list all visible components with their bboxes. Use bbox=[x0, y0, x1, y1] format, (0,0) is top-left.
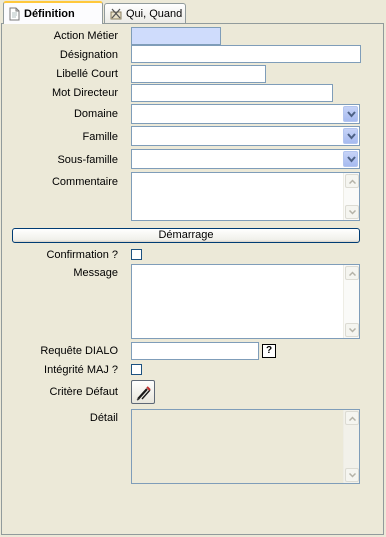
mot-directeur-field[interactable] bbox=[131, 84, 333, 102]
scroll-down-icon[interactable] bbox=[345, 468, 359, 482]
sous-famille-label: Sous-famille bbox=[57, 154, 118, 166]
libelle-court-label: Libellé Court bbox=[56, 68, 118, 80]
scroll-up-icon[interactable] bbox=[345, 411, 359, 425]
message-scrollbar[interactable] bbox=[343, 265, 359, 338]
action-metier-field[interactable] bbox=[131, 27, 221, 45]
designation-field[interactable] bbox=[131, 45, 361, 63]
help-button[interactable]: ? bbox=[262, 344, 276, 358]
action-metier-label: Action Métier bbox=[53, 30, 118, 42]
detail-label: Détail bbox=[89, 412, 118, 424]
scroll-up-icon[interactable] bbox=[345, 174, 359, 188]
critere-defaut-label: Critère Défaut bbox=[49, 386, 118, 398]
detail-scrollbar[interactable] bbox=[343, 410, 359, 483]
scroll-down-icon[interactable] bbox=[345, 205, 359, 219]
scroll-up-icon[interactable] bbox=[345, 266, 359, 280]
chevron-down-icon[interactable] bbox=[343, 151, 358, 167]
mot-directeur-label: Mot Directeur bbox=[51, 87, 118, 99]
requete-dialo-label: Requête DIALO bbox=[40, 345, 118, 357]
message-textarea[interactable] bbox=[131, 264, 360, 339]
chevron-down-icon[interactable] bbox=[343, 128, 358, 144]
demarrage-button[interactable]: Démarrage bbox=[12, 228, 360, 243]
integrite-maj-label: Intégrité MAJ ? bbox=[44, 364, 118, 376]
famille-select[interactable] bbox=[131, 126, 360, 146]
critere-defaut-button[interactable] bbox=[131, 380, 155, 404]
tab-definition[interactable]: Définition bbox=[3, 1, 103, 24]
requete-dialo-field[interactable] bbox=[131, 342, 259, 360]
domaine-select[interactable] bbox=[131, 104, 360, 124]
detail-textarea[interactable] bbox=[131, 409, 360, 484]
confirmation-label: Confirmation ? bbox=[46, 249, 118, 261]
chevron-down-icon[interactable] bbox=[343, 106, 358, 122]
tools-icon bbox=[109, 7, 123, 21]
commentaire-textarea[interactable] bbox=[131, 172, 360, 221]
sous-famille-select[interactable] bbox=[131, 149, 360, 169]
famille-label: Famille bbox=[82, 131, 118, 143]
scroll-down-icon[interactable] bbox=[345, 323, 359, 337]
integrite-maj-checkbox[interactable] bbox=[131, 364, 142, 375]
edit-criteria-icon bbox=[135, 384, 153, 402]
commentaire-label: Commentaire bbox=[51, 176, 118, 188]
domaine-label: Domaine bbox=[73, 108, 118, 120]
document-icon bbox=[8, 7, 21, 21]
designation-label: Désignation bbox=[59, 49, 118, 61]
tab-qui-quand[interactable]: Qui, Quand bbox=[104, 3, 186, 23]
message-label: Message bbox=[73, 267, 118, 279]
commentaire-scrollbar[interactable] bbox=[343, 173, 359, 220]
confirmation-checkbox[interactable] bbox=[131, 249, 142, 260]
tab-definition-label: Définition bbox=[24, 7, 75, 20]
libelle-court-field[interactable] bbox=[131, 65, 266, 83]
tab-qui-quand-label: Qui, Quand bbox=[126, 7, 183, 20]
